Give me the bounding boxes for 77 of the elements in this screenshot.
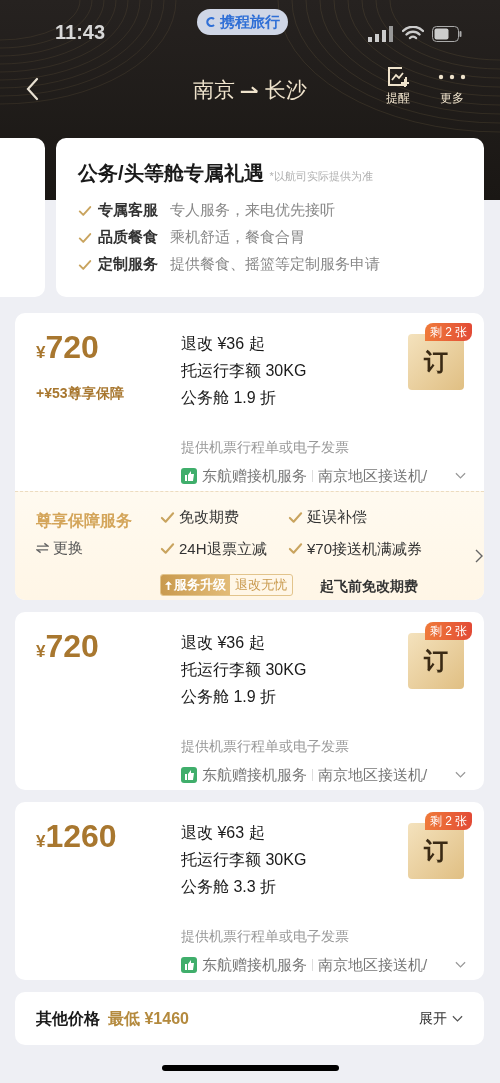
invoice-note: 提供机票行程单或电子发票 bbox=[181, 737, 349, 756]
protection-item: 免改期费 bbox=[179, 507, 239, 527]
lowest-price: 最低 ¥1460 bbox=[108, 1008, 189, 1029]
protection-item: 延误补偿 bbox=[307, 507, 367, 527]
service-detail: 南京地区接送机/ bbox=[318, 466, 428, 486]
origin-city: 南京 bbox=[193, 77, 235, 103]
privilege-name: 定制服务 bbox=[98, 254, 158, 275]
thumbs-up-icon bbox=[181, 767, 197, 784]
chevron-down-icon bbox=[452, 1014, 463, 1023]
battery-icon bbox=[432, 26, 462, 42]
chart-plus-icon bbox=[386, 66, 410, 88]
app-logo-icon bbox=[205, 16, 217, 28]
privilege-name: 品质餐食 bbox=[98, 227, 158, 248]
thumbs-up-icon bbox=[181, 957, 197, 974]
fare-detail: 托运行李额 30KG bbox=[181, 361, 307, 381]
chevron-down-icon[interactable] bbox=[455, 771, 466, 780]
check-icon bbox=[78, 203, 92, 218]
protection-tagline: 起飞前免改期费 bbox=[320, 577, 418, 596]
check-icon bbox=[78, 257, 92, 272]
chevron-down-icon[interactable] bbox=[455, 472, 466, 481]
check-icon bbox=[288, 509, 303, 525]
status-time: 11:43 bbox=[55, 20, 106, 45]
protection-item: ¥70接送机满减券 bbox=[307, 538, 423, 559]
remaining-badge: 剩 2 张 bbox=[425, 812, 473, 830]
expand-button[interactable]: 展开 bbox=[419, 1008, 463, 1029]
service-detail: 南京地区接送机/ bbox=[318, 955, 428, 975]
remaining-badge: 剩 2 张 bbox=[425, 622, 473, 640]
check-icon bbox=[160, 541, 175, 557]
fare-detail: 退改 ¥63 起 bbox=[181, 823, 266, 843]
chevron-right-icon[interactable] bbox=[475, 549, 483, 563]
thumbs-up-icon bbox=[181, 468, 197, 485]
service-name: 东航赠接机服务 bbox=[202, 955, 307, 975]
currency-symbol: ¥ bbox=[36, 832, 46, 853]
fare-detail: 托运行李额 30KG bbox=[181, 660, 307, 680]
remaining-badge: 剩 2 张 bbox=[425, 323, 473, 341]
fare-detail: 公务舱 3.3 折 bbox=[181, 877, 278, 897]
fare-detail: 托运行李额 30KG bbox=[181, 850, 307, 870]
check-icon bbox=[78, 230, 92, 245]
currency-symbol: ¥ bbox=[36, 343, 46, 364]
swap-icon bbox=[36, 542, 49, 555]
app-name: 携程旅行 bbox=[220, 11, 280, 32]
more-icon bbox=[438, 73, 466, 81]
fare-price: 720 bbox=[45, 331, 99, 363]
fare-detail: 公务舱 1.9 折 bbox=[181, 388, 278, 408]
privilege-description: 提供餐食、摇篮等定制服务申请 bbox=[170, 254, 380, 275]
fare-price: 1260 bbox=[45, 820, 117, 852]
service-name: 东航赠接机服务 bbox=[202, 466, 307, 486]
fare-detail: 退改 ¥36 起 bbox=[181, 334, 266, 354]
arrow-icon bbox=[239, 83, 261, 96]
other-prices-label: 其他价格 bbox=[36, 1008, 100, 1029]
destination-city: 长沙 bbox=[265, 77, 307, 103]
privilege-name: 专属客服 bbox=[98, 200, 158, 221]
privileges-title: 公务/头等舱专属礼遇 bbox=[78, 161, 264, 186]
arrow-up-icon bbox=[165, 580, 172, 590]
protection-title: 尊享保障服务 bbox=[36, 511, 132, 531]
service-detail: 南京地区接送机/ bbox=[318, 765, 428, 785]
check-icon bbox=[160, 509, 175, 525]
switch-button[interactable]: 更换 bbox=[36, 537, 83, 560]
privileges-note: *以航司实际提供为准 bbox=[269, 169, 373, 184]
invoice-note: 提供机票行程单或电子发票 bbox=[181, 927, 349, 946]
fare-price: 720 bbox=[45, 630, 99, 662]
protection-price: +¥53尊享保障 bbox=[36, 384, 124, 403]
protection-item: 24H退票立减 bbox=[179, 538, 267, 559]
invoice-note: 提供机票行程单或电子发票 bbox=[181, 438, 349, 457]
fare-detail: 退改 ¥36 起 bbox=[181, 633, 266, 653]
signal-icon bbox=[368, 26, 394, 42]
service-name: 东航赠接机服务 bbox=[202, 765, 307, 785]
fare-detail: 公务舱 1.9 折 bbox=[181, 687, 278, 707]
privilege-description: 乘机舒适，餐食合胃 bbox=[170, 227, 305, 248]
upgrade-tag: 服务升级 退改无忧 bbox=[160, 574, 293, 596]
currency-symbol: ¥ bbox=[36, 642, 46, 663]
alert-button[interactable]: 提醒 bbox=[383, 66, 413, 104]
check-icon bbox=[288, 541, 303, 557]
wifi-icon bbox=[402, 26, 424, 42]
more-button[interactable]: 更多 bbox=[437, 66, 467, 104]
chevron-down-icon[interactable] bbox=[455, 961, 466, 970]
privilege-description: 专人服务，来电优先接听 bbox=[170, 200, 335, 221]
